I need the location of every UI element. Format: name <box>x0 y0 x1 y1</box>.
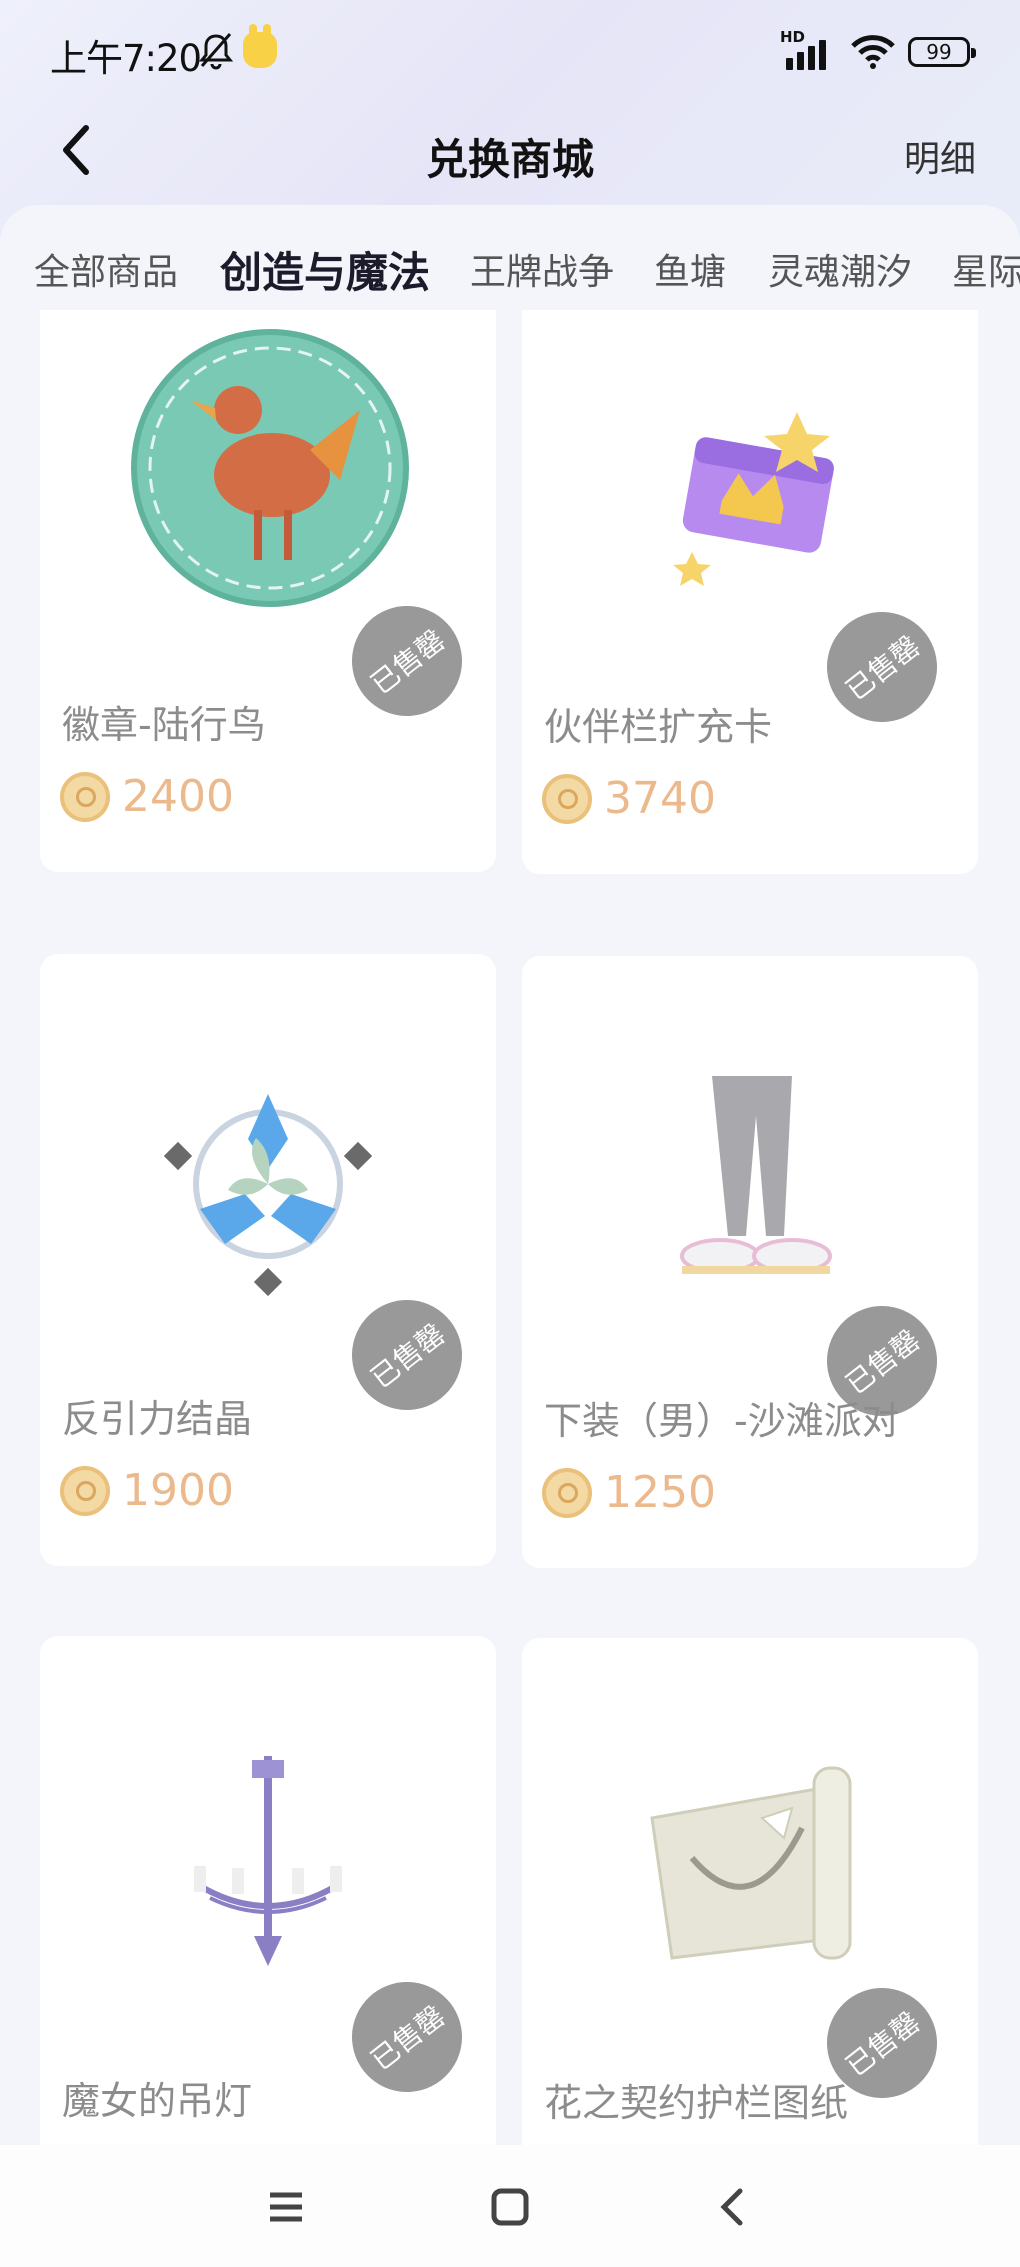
product-price: 3740 <box>542 773 716 824</box>
product-card[interactable]: 已售罄 魔女的吊灯 <box>40 1636 496 2145</box>
price-value: 1900 <box>122 1465 234 1516</box>
product-name: 徽章-陆行鸟 <box>62 703 266 747</box>
tab-creation-magic[interactable]: 创造与魔法 <box>220 239 430 300</box>
tab-star[interactable]: 星际 <box>952 243 1020 295</box>
price-value: 1250 <box>604 1467 716 1518</box>
product-price: 1250 <box>542 1467 716 1518</box>
product-name: 魔女的吊灯 <box>62 2079 253 2123</box>
tab-ace-war[interactable]: 王牌战争 <box>470 243 614 295</box>
product-name: 反引力结晶 <box>62 1397 253 1441</box>
home-icon[interactable] <box>486 2183 534 2231</box>
coin-icon <box>542 1467 592 1518</box>
category-tabs: 全部商品 创造与魔法 王牌战争 鱼塘 灵魂潮汐 星际 <box>0 225 1020 315</box>
price-value: 2400 <box>122 771 234 822</box>
wifi-icon <box>851 35 895 69</box>
app-notification-icon <box>243 24 277 68</box>
network-type: HD <box>780 28 806 46</box>
product-card[interactable]: 已售罄 花之契约护栏图纸 <box>522 1638 978 2145</box>
coin-icon <box>542 773 592 824</box>
tab-soul-tide[interactable]: 灵魂潮汐 <box>768 243 912 295</box>
app-header: 兑换商城 明细 <box>0 100 1020 210</box>
product-card[interactable]: 已售罄 反引力结晶 1900 <box>40 954 496 1566</box>
product-grid: 已售罄 徽章-陆行鸟 2400 已售罄 伙伴栏扩充卡 3740 已售罄 反引力结… <box>0 310 1020 2145</box>
coin-icon <box>60 771 110 822</box>
product-name: 下装（男）-沙滩派对 <box>544 1399 900 1443</box>
signal-icon: HD <box>780 28 838 70</box>
battery-indicator: 99 <box>908 37 976 67</box>
status-time: 上午7:20 <box>50 37 202 80</box>
back-nav-icon[interactable] <box>710 2183 758 2231</box>
system-nav-bar <box>0 2145 1020 2267</box>
tab-all[interactable]: 全部商品 <box>34 243 178 295</box>
product-card[interactable]: 已售罄 下装（男）-沙滩派对 1250 <box>522 956 978 1568</box>
product-name: 花之契约护栏图纸 <box>544 2081 849 2125</box>
coin-icon <box>60 1465 110 1516</box>
product-card[interactable]: 已售罄 伙伴栏扩充卡 3740 <box>522 310 978 874</box>
page-title: 兑换商城 <box>425 135 594 184</box>
status-bar: 上午7:20 HD 99 <box>0 0 1020 100</box>
price-value: 3740 <box>604 773 716 824</box>
product-price: 1900 <box>60 1465 234 1516</box>
product-name: 伙伴栏扩充卡 <box>544 705 773 749</box>
product-price: 2400 <box>60 771 234 822</box>
product-card[interactable]: 已售罄 徽章-陆行鸟 2400 <box>40 310 496 872</box>
detail-link[interactable]: 明细 <box>904 130 976 182</box>
tab-fish-pond[interactable]: 鱼塘 <box>654 243 726 295</box>
bell-muted-icon <box>198 33 234 70</box>
menu-icon[interactable] <box>262 2183 310 2231</box>
